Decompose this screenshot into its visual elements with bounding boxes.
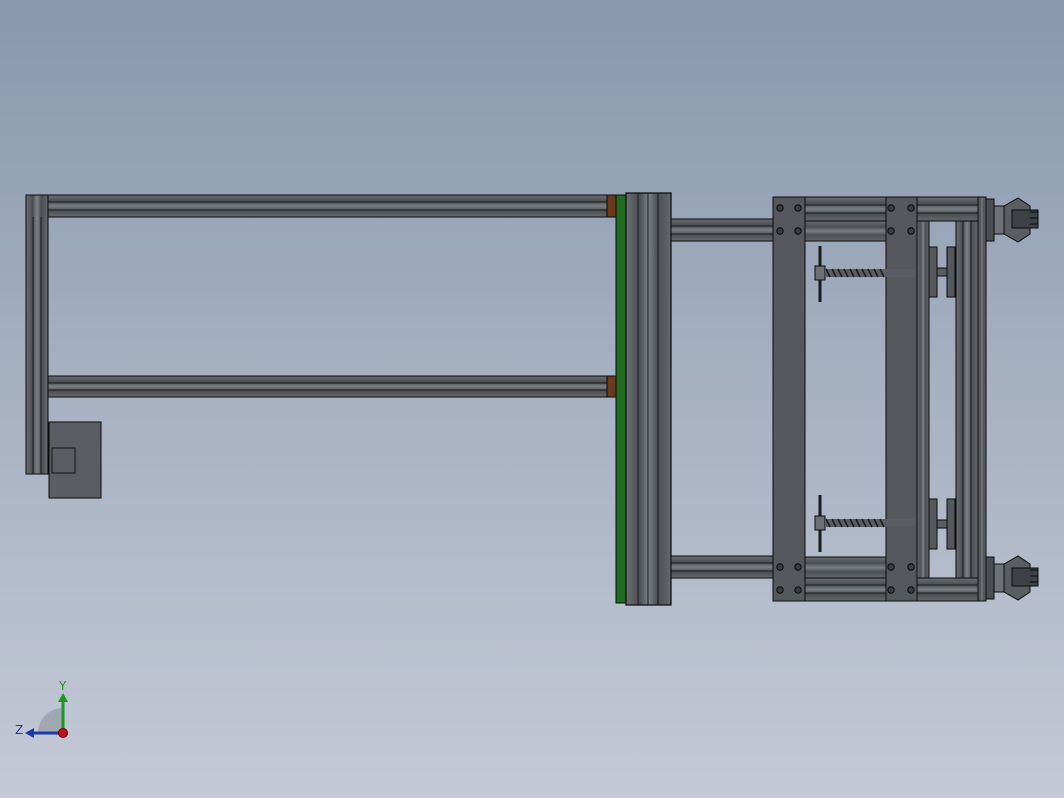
left-vertical-post[interactable] [25,194,49,475]
connector-block-top[interactable] [606,194,617,218]
z-axis-arrowhead [25,728,34,738]
cad-graphics-viewport[interactable]: Y Z [0,0,1064,798]
left-middle-rail[interactable] [47,375,611,398]
right-upper-connector-rail[interactable] [670,218,774,242]
machine-frame-model[interactable] [0,0,1064,798]
connector-block-middle[interactable] [606,375,617,398]
caster-wheel-bottom[interactable] [985,555,1039,601]
orientation-triad[interactable]: Y Z [10,676,80,746]
lead-screw-lower[interactable] [814,495,956,552]
y-axis-label: Y [58,679,67,693]
x-axis-point [58,728,68,738]
z-axis-label: Z [15,723,23,737]
lead-screw-upper[interactable] [814,246,956,302]
green-mounting-plate[interactable] [615,194,627,604]
y-axis-arrowhead [58,693,68,702]
right-frame-plate-left[interactable] [772,196,806,602]
caster-wheel-top[interactable] [985,197,1039,243]
right-frame-plate-middle[interactable] [885,196,918,602]
triad-plane-arc [38,708,63,733]
central-vertical-beam[interactable] [625,192,672,606]
right-lower-connector-rail[interactable] [670,555,774,579]
control-box[interactable] [48,421,102,499]
left-top-rail[interactable] [25,194,611,218]
